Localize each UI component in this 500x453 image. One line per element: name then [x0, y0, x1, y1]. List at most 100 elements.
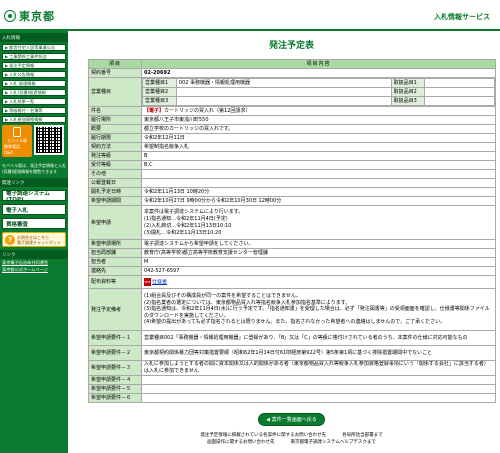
sidebar-item[interactable]: ▶ 工事関係工事件照会: [2, 53, 66, 60]
sidebar-item-label: 発注予定情報: [9, 62, 35, 68]
grid-value: [424, 96, 495, 106]
back-to-list-button[interactable]: ◀ 案件一覧画面へ戻る: [258, 413, 325, 426]
row-label: 希望申請要件－６: [88, 393, 142, 403]
cond1-value: 営業種目002「事務機器・情報処理用機器」に登録があり、「B」又は「C」の等級に…: [141, 330, 496, 346]
business-type-grid: 営業種目1 002 事務機器・情報処理用機器 取扱品目1 営業種目2 取扱品目2…: [142, 78, 495, 106]
row-label: 発注等級: [88, 151, 142, 161]
sidebar-item-label: 都営住宅入居等事業公告: [9, 44, 56, 50]
notes-line: (1)組合員及びその構成員が同一の案件を希望することはできません。: [144, 293, 301, 300]
row-label: 件名: [88, 106, 142, 116]
table-row: 契約方法 希望制指名競争入札: [88, 142, 496, 152]
row-label: 希望申請要件－５: [88, 384, 142, 394]
electronic-tag: 【電子】: [144, 108, 165, 114]
row-label: 希望申請要件－４: [88, 375, 142, 385]
mobile-note: モバイル版は、発注予定情報と入札(見積)経過情報を閲覧できます: [2, 163, 66, 174]
table-row: 概要 都立学校のカートリッジの買入れです。: [88, 124, 496, 134]
tel-value: 042-527-6597: [141, 266, 496, 276]
table-row: その他: [88, 169, 496, 179]
tokyo-logo[interactable]: 東京都: [4, 8, 55, 24]
tokyo-emblem-icon: [4, 10, 16, 22]
contract-number: 02-20692: [141, 68, 496, 78]
notes-line: (3)指名通知は、令和2年11月4日(水)に行う予定です。「指名通知書」を受理し…: [144, 306, 490, 319]
row-label: 希望申請: [88, 205, 142, 240]
mobile-section: モバイル版 携帯電話 Q&A: [2, 125, 66, 160]
inquiry-banner[interactable]: ? お問合せはこちら 電子調達チャットボット: [2, 232, 66, 247]
header: 東京都 入札情報サービス: [0, 0, 500, 31]
row-label: 契約方法: [88, 142, 142, 152]
accept-class-value: B,C: [141, 160, 496, 170]
subject-cell: 【電子】カートリッジの買入れ（第12回請求）: [141, 106, 496, 116]
sidebar-item[interactable]: ▶ 都営住宅入居等事業公告: [2, 44, 66, 51]
period-value: 令和2年12月11日: [141, 133, 496, 143]
sidebar-item[interactable]: ▶ 入札(見積)経過情報: [2, 89, 66, 96]
sidebar-link[interactable]: 東京都公式ホームページ: [2, 267, 66, 273]
row-label: 受付等級: [88, 160, 142, 170]
cond4-value: [141, 375, 496, 385]
apply-line: (3)開札…令和2年11月13日10:20: [144, 229, 222, 236]
notes-value: (1)組合員及びその構成員が同一の案件を希望することはできません。 (2)指名業…: [141, 288, 496, 331]
table-header-row: 項目 項目内容: [88, 59, 496, 69]
spec-doc-link[interactable]: 仕様書: [152, 279, 167, 285]
arrow-icon: ▶: [5, 90, 9, 95]
table-row: 担当局部課 教育庁(高等学校)都立高等学校教育支援センター管理課: [88, 248, 496, 258]
sidebar-item-label: 入札公告情報: [9, 71, 35, 77]
open-date-value: 令和2年11月13日 10時20分: [141, 187, 496, 197]
inquiry-text: お問合せはこちら 電子調達チャットボット: [17, 235, 61, 245]
page-title: 発注予定表: [268, 41, 314, 51]
apply-period-value: 令和2年10月27日 9時00分から令和2年10月30日 12時00分: [141, 196, 496, 206]
sidebar-link[interactable]: 東京電子自治体共同運営: [2, 260, 66, 266]
sidebar-item[interactable]: ▶ 入札 調達情報: [2, 80, 66, 87]
arrow-icon: ▶: [5, 45, 9, 50]
table-row: 件名 【電子】カートリッジの買入れ（第12回請求）: [88, 106, 496, 116]
mobile-version-button[interactable]: モバイル版 携帯電話 Q&A: [2, 125, 32, 157]
row-label: 履行期限: [88, 133, 142, 143]
business-type-grid-cell: 営業種目1 002 事務機器・情報処理用機器 取扱品目1 営業種目2 取扱品目2…: [141, 77, 496, 107]
arrow-icon: ▶: [5, 108, 9, 113]
sidebar-big-button[interactable]: 電子調達システム(TOP): [2, 190, 66, 203]
row-label: 公報登載日: [88, 178, 142, 188]
row-label: その他: [88, 169, 142, 179]
table-row: 希望申請場所 電子調達システムから希望申請をしてください。: [88, 239, 496, 249]
announce-date-value: [141, 178, 496, 188]
table-row: 希望申請要件－２ 東京都契約関係暴力団等対策措置要綱（昭和62年1月14日付61…: [88, 345, 496, 361]
row-label: 担当者: [88, 257, 142, 267]
table-row: 発注予定備考 (1)組合員及びその構成員が同一の案件を希望することはできません。…: [88, 288, 496, 331]
inquiry-sub: 電子調達チャットボット: [17, 239, 61, 245]
grid-label: 取扱品目3: [390, 96, 426, 106]
footer-text: 東京都電子調達システムヘルプデスクまで: [290, 439, 376, 445]
other-value: [141, 169, 496, 179]
column-header-content: 項目内容: [141, 59, 496, 69]
pdf-icon: PDF: [144, 277, 151, 286]
back-button-wrap: ◀ 案件一覧画面へ戻る: [88, 413, 495, 426]
row-label: 希望申請期間: [88, 196, 142, 206]
table-row: 担当者 M: [88, 257, 496, 267]
row-label: 概要: [88, 124, 142, 134]
sidebar-item[interactable]: ▶ 発注予定情報: [2, 62, 66, 69]
sidebar-item-label: 入札参加資格情報: [9, 116, 43, 122]
apply-line: (2)入札締切…令和2年11月13日10:10: [144, 222, 232, 229]
table-row: 発注等級 B: [88, 151, 496, 161]
sidebar-big-button[interactable]: 電子入札: [2, 204, 66, 215]
row-label: 希望申請要件－３: [88, 360, 142, 376]
doc-cell: PDF 仕様書: [141, 275, 496, 289]
mobile-caption: 携帯電話 Q&A: [4, 144, 20, 155]
cond2-value: 東京都契約関係暴力団等対策措置要綱（昭和62年1月14日付61財経庶第922号）…: [141, 345, 496, 361]
table-row: 履行期限 令和2年12月11日: [88, 133, 496, 143]
sidebar-item[interactable]: ▶ 等級格付・名簿等: [2, 107, 66, 114]
department-value: 教育庁(高等学校)都立高等学校教育支援センター管理課: [141, 248, 496, 258]
footer-text: 画面操作に関するお問い合わせ先: [207, 439, 275, 445]
grid-row: 営業種目3 取扱品目3: [142, 96, 495, 106]
main-content: 発注予定表 項目 項目内容 契約番号 02-20692 営業種目 営業種目1 0…: [88, 38, 496, 426]
sidebar-item[interactable]: ▶ 入札参加資格情報: [2, 116, 66, 123]
row-label: 発注予定備考: [88, 288, 142, 331]
sidebar-big-button[interactable]: 資格審査: [2, 218, 66, 229]
grid-row: 営業種目1 002 事務機器・情報処理用機器 取扱品目1: [142, 78, 495, 88]
grid-row: 営業種目2 取扱品目2: [142, 87, 495, 97]
grid-value: [175, 87, 392, 97]
sidebar-item[interactable]: ▶ 入札公告情報: [2, 71, 66, 78]
grid-label: 営業種目1: [142, 78, 177, 88]
sidebar-item-label: 入札(見積)経過情報: [9, 89, 46, 95]
row-label: 希望申請場所: [88, 239, 142, 249]
sidebar-item[interactable]: ▶ 入札結果一覧: [2, 98, 66, 105]
table-row: 希望申請要件－５: [88, 384, 496, 394]
